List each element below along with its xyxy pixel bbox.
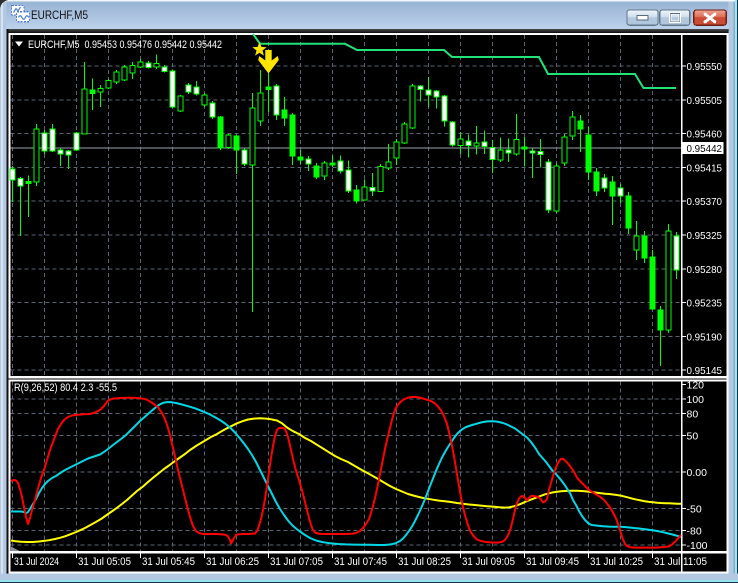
svg-text:0.00: 0.00 xyxy=(687,467,708,479)
svg-text:0.95235: 0.95235 xyxy=(687,298,723,310)
svg-text:31 Jul 08:25: 31 Jul 08:25 xyxy=(398,556,451,568)
svg-text:0.95415: 0.95415 xyxy=(687,162,723,174)
svg-text:0.95145: 0.95145 xyxy=(687,365,723,377)
svg-text:0.95325: 0.95325 xyxy=(687,230,723,242)
svg-text:0.95280: 0.95280 xyxy=(687,264,723,276)
svg-text:31 Jul 05:05: 31 Jul 05:05 xyxy=(78,556,131,568)
svg-text:EURCHF,M5: EURCHF,M5 xyxy=(31,8,88,22)
svg-text:31 Jul 10:25: 31 Jul 10:25 xyxy=(590,556,643,568)
svg-text:120: 120 xyxy=(687,379,705,391)
svg-text:31 Jul 07:45: 31 Jul 07:45 xyxy=(334,556,387,568)
svg-text:-50: -50 xyxy=(687,504,702,516)
svg-text:0.95505: 0.95505 xyxy=(687,95,723,107)
svg-text:0.95370: 0.95370 xyxy=(687,196,723,208)
svg-text:-80: -80 xyxy=(687,525,702,537)
svg-text:31 Jul 11:05: 31 Jul 11:05 xyxy=(654,556,707,568)
svg-text:-100: -100 xyxy=(687,540,708,552)
svg-text:0.95550: 0.95550 xyxy=(687,61,723,73)
svg-text:31 Jul 06:25: 31 Jul 06:25 xyxy=(206,556,259,568)
svg-text:31 Jul 2024: 31 Jul 2024 xyxy=(14,556,59,568)
svg-text:31 Jul 05:45: 31 Jul 05:45 xyxy=(142,556,195,568)
svg-text:31 Jul 09:45: 31 Jul 09:45 xyxy=(526,556,579,568)
svg-text:31 Jul 09:05: 31 Jul 09:05 xyxy=(462,556,515,568)
svg-text:100: 100 xyxy=(687,394,705,406)
svg-text:80: 80 xyxy=(687,409,699,421)
svg-text:50: 50 xyxy=(687,431,699,443)
svg-text:0.95442: 0.95442 xyxy=(687,143,723,155)
svg-text:EURCHF,M5 0.95453 0.95476 0.9: EURCHF,M5 0.95453 0.95476 0.95442 0.9544… xyxy=(28,39,222,51)
svg-text:31 Jul 07:05: 31 Jul 07:05 xyxy=(270,556,323,568)
svg-text:0.95190: 0.95190 xyxy=(687,331,723,343)
svg-text:0.95460: 0.95460 xyxy=(687,129,723,141)
svg-text:R(9,26,52) 80.4 2.3 -55.5: R(9,26,52) 80.4 2.3 -55.5 xyxy=(14,382,117,394)
